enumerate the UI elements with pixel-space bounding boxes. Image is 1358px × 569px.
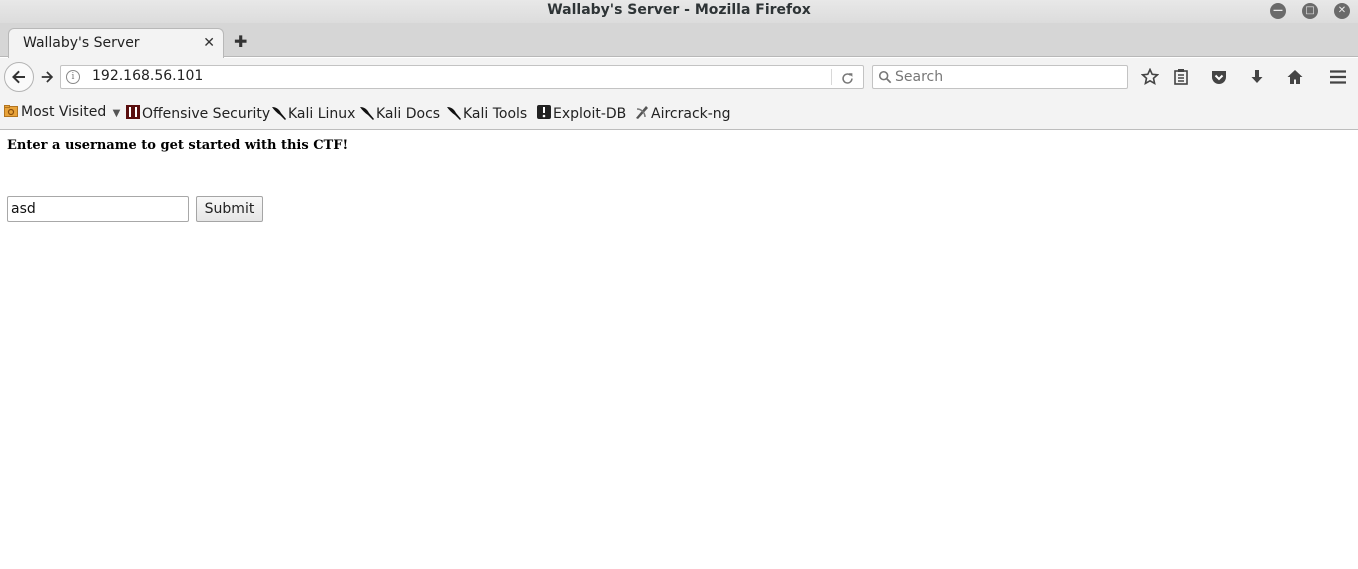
navigation-toolbar: i 192.168.56.101 <box>0 58 1358 96</box>
bookmark-offensive-security[interactable]: Offensive Security <box>125 104 270 122</box>
page-heading: Enter a username to get started with thi… <box>7 138 349 153</box>
reload-icon[interactable] <box>841 68 854 89</box>
maximize-icon[interactable]: □ <box>1302 3 1318 19</box>
bookmarks-toolbar: Most Visited ▼ Offensive Security Kali L… <box>0 96 1358 130</box>
bookmark-aircrack-ng[interactable]: Aircrack-ng <box>634 104 731 122</box>
back-icon[interactable] <box>4 62 34 92</box>
username-input[interactable] <box>7 196 189 222</box>
bookmark-label: Kali Docs <box>376 106 441 122</box>
tab-strip: Wallaby's Server ✕ ✚ <box>0 23 1358 58</box>
window-titlebar: Wallaby's Server - Mozilla Firefox — □ ✕ <box>0 0 1358 23</box>
tab-wallabys-server[interactable]: Wallaby's Server ✕ <box>8 28 224 58</box>
kali-icon <box>359 104 374 120</box>
home-icon[interactable] <box>1285 67 1305 87</box>
folder-icon <box>4 104 18 118</box>
search-bar[interactable] <box>872 65 1128 89</box>
exploitdb-icon <box>536 104 551 119</box>
bookmark-label: Exploit-DB <box>553 106 627 122</box>
new-tab-icon[interactable]: ✚ <box>234 32 247 51</box>
pocket-icon[interactable] <box>1209 67 1229 87</box>
reload-separator <box>831 69 832 85</box>
bookmark-label: Kali Tools <box>463 106 528 122</box>
tab-close-icon[interactable]: ✕ <box>203 35 215 51</box>
bookmark-kali-tools[interactable]: Kali Tools <box>446 104 527 122</box>
bookmark-label: Offensive Security <box>142 106 271 122</box>
url-bar[interactable]: i 192.168.56.101 <box>60 65 864 89</box>
bookmark-most-visited[interactable]: Most Visited ▼ <box>4 104 120 120</box>
bookmark-label: Aircrack-ng <box>651 106 731 122</box>
chevron-down-icon: ▼ <box>112 108 121 119</box>
bookmark-star-icon[interactable] <box>1140 67 1160 87</box>
window-title: Wallaby's Server - Mozilla Firefox <box>547 2 811 18</box>
kali-icon <box>446 104 461 120</box>
bookmark-kali-docs[interactable]: Kali Docs <box>359 104 440 122</box>
search-icon <box>878 70 892 84</box>
minimize-icon[interactable]: — <box>1270 3 1286 19</box>
close-window-icon[interactable]: ✕ <box>1334 3 1350 19</box>
download-icon[interactable] <box>1247 67 1267 87</box>
submit-button[interactable]: Submit <box>196 196 263 222</box>
forward-icon[interactable] <box>36 67 58 87</box>
bookmark-exploit-db[interactable]: Exploit-DB <box>536 104 626 122</box>
tab-label: Wallaby's Server <box>23 35 140 51</box>
bookmark-kali-linux[interactable]: Kali Linux <box>271 104 355 122</box>
offsec-icon <box>125 104 140 119</box>
bookmark-label: Kali Linux <box>288 106 356 122</box>
kali-icon <box>271 104 286 120</box>
aircrack-icon <box>634 104 648 119</box>
menu-icon[interactable] <box>1328 67 1348 87</box>
info-icon[interactable]: i <box>66 70 80 84</box>
reading-list-icon[interactable] <box>1171 67 1191 87</box>
bookmark-label: Most Visited <box>21 104 107 120</box>
search-input[interactable] <box>895 67 1120 87</box>
url-text[interactable]: 192.168.56.101 <box>92 68 203 84</box>
